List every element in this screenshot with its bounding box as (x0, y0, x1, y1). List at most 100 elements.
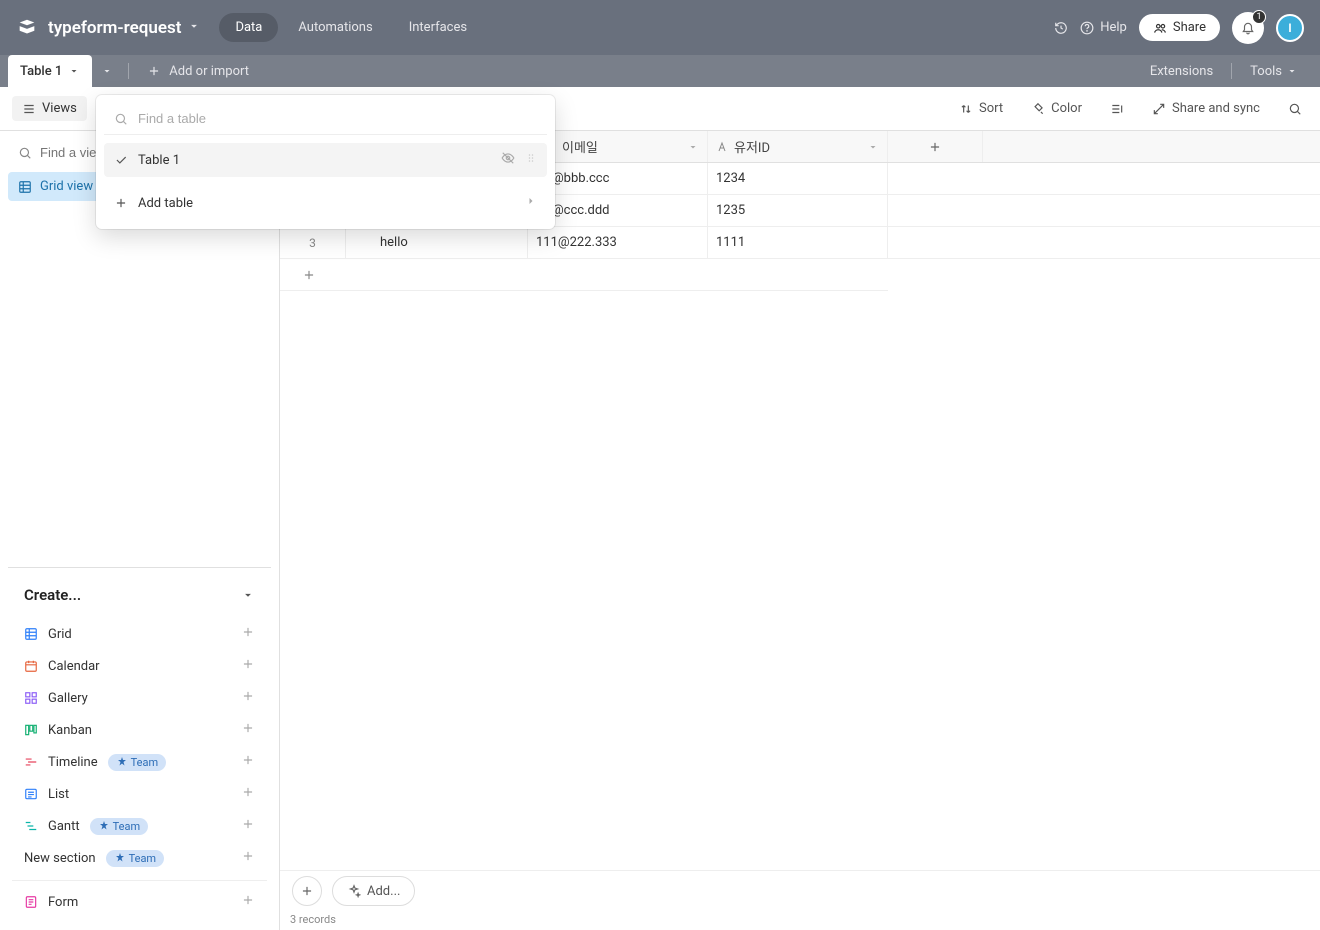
plus-icon[interactable] (241, 817, 255, 835)
history-icon[interactable] (1054, 21, 1068, 35)
table-tab-1[interactable]: Table 1 (8, 55, 92, 87)
sort-button[interactable]: Sort (953, 97, 1009, 120)
column-email-label: 이메일 (536, 137, 681, 156)
share-sync-button[interactable]: Share and sync (1146, 97, 1266, 120)
plus-icon[interactable] (241, 785, 255, 803)
plus-icon[interactable] (241, 625, 255, 643)
create-kanban-label: Kanban (48, 723, 92, 738)
create-gantt[interactable]: Gantt Team (12, 810, 267, 842)
create-calendar[interactable]: Calendar (12, 650, 267, 682)
create-grid[interactable]: Grid (12, 618, 267, 650)
create-timeline[interactable]: Timeline Team (12, 746, 267, 778)
drag-handle-icon[interactable] (525, 152, 537, 168)
table-tab-label: Table 1 (20, 64, 62, 79)
views-toggle[interactable]: Views (12, 96, 87, 121)
cell-name[interactable]: hello (346, 227, 528, 258)
plus-icon[interactable] (241, 657, 255, 675)
chevron-down-icon[interactable] (867, 141, 879, 153)
create-header[interactable]: Create... (12, 580, 267, 610)
cell-email[interactable]: @ccc.ddd (528, 195, 708, 226)
table-list-popover: Table 1 Add table (96, 95, 555, 229)
add-record-button[interactable] (292, 876, 322, 906)
create-grid-label: Grid (48, 627, 72, 642)
plus-icon[interactable] (241, 753, 255, 771)
notifications-button[interactable]: 1 (1232, 12, 1264, 44)
add-import-label: Add or import (169, 64, 249, 79)
plus-icon (114, 196, 128, 210)
nav-data[interactable]: Data (219, 13, 278, 42)
add-menu-button[interactable]: Add... (332, 876, 415, 906)
share-sync-label: Share and sync (1172, 101, 1260, 116)
records-count: 3 records (280, 911, 1320, 928)
column-header-email[interactable]: 이메일 (528, 131, 708, 162)
chevron-down-icon (68, 65, 80, 77)
create-list[interactable]: List (12, 778, 267, 810)
avatar[interactable]: I (1276, 14, 1304, 42)
create-new-section-label: New section (24, 851, 96, 866)
hide-icon[interactable] (501, 151, 515, 169)
gallery-icon (24, 691, 38, 705)
create-label: Create... (24, 586, 81, 604)
share-label: Share (1173, 20, 1206, 35)
sort-label: Sort (979, 101, 1003, 116)
check-icon (114, 153, 128, 167)
search-icon (18, 146, 32, 160)
table-row[interactable]: 3 hello 111@222.333 1111 (280, 227, 1320, 259)
create-gallery-label: Gallery (48, 691, 88, 706)
help-label: Help (1100, 20, 1127, 35)
plus-icon[interactable] (241, 893, 255, 911)
create-list-label: List (48, 787, 69, 802)
plus-icon[interactable] (241, 721, 255, 739)
notification-badge: 1 (1252, 10, 1266, 24)
column-header-userid[interactable]: 유저ID (708, 131, 888, 162)
tools-label: Tools (1250, 64, 1282, 79)
create-gallery[interactable]: Gallery (12, 682, 267, 714)
sparkle-icon (347, 884, 361, 898)
cell-email[interactable]: @bbb.ccc (528, 163, 708, 194)
add-table-button[interactable]: Add table (104, 185, 547, 221)
cell-email[interactable]: 111@222.333 (528, 227, 708, 258)
cell-userid[interactable]: 1234 (708, 163, 888, 194)
help-button[interactable]: Help (1080, 20, 1127, 35)
nav-automations[interactable]: Automations (282, 13, 388, 42)
extensions-label: Extensions (1150, 64, 1213, 79)
create-kanban[interactable]: Kanban (12, 714, 267, 746)
row-height-button[interactable] (1104, 98, 1130, 120)
airtable-logo-icon (16, 17, 38, 39)
create-form-label: Form (48, 895, 78, 910)
add-label: Add... (367, 884, 400, 899)
chevron-down-icon (241, 588, 255, 602)
extensions-button[interactable]: Extensions (1144, 64, 1219, 79)
chevron-down-icon (1286, 65, 1298, 77)
plus-icon[interactable] (241, 849, 255, 867)
color-button[interactable]: Color (1025, 97, 1088, 120)
add-field-button[interactable] (888, 131, 983, 162)
table-list-dropdown[interactable] (92, 55, 122, 87)
cell-userid[interactable]: 1235 (708, 195, 888, 226)
create-calendar-label: Calendar (48, 659, 100, 674)
base-name[interactable]: typeform-request (48, 18, 181, 38)
team-badge: Team (106, 850, 165, 867)
table-option-table1[interactable]: Table 1 (104, 143, 547, 177)
search-records-button[interactable] (1282, 98, 1308, 120)
kanban-icon (24, 723, 38, 737)
text-field-icon (716, 141, 728, 153)
share-button[interactable]: Share (1139, 14, 1220, 41)
nav-interfaces[interactable]: Interfaces (393, 13, 483, 42)
create-gantt-label: Gantt (48, 819, 80, 834)
timeline-icon (24, 755, 38, 769)
calendar-icon (24, 659, 38, 673)
add-record-row[interactable] (280, 259, 888, 291)
list-icon (24, 787, 38, 801)
add-or-import-button[interactable]: Add or import (135, 55, 261, 87)
chevron-down-icon[interactable] (687, 141, 699, 153)
plus-icon[interactable] (241, 689, 255, 707)
base-chevron-icon[interactable] (187, 19, 201, 37)
cell-userid[interactable]: 1111 (708, 227, 888, 258)
create-form[interactable]: Form (12, 880, 267, 918)
create-new-section[interactable]: New section Team (12, 842, 267, 874)
find-table-input[interactable] (138, 111, 537, 126)
column-userid-label: 유저ID (734, 137, 861, 156)
tools-button[interactable]: Tools (1244, 64, 1304, 79)
add-table-label: Add table (138, 196, 193, 211)
